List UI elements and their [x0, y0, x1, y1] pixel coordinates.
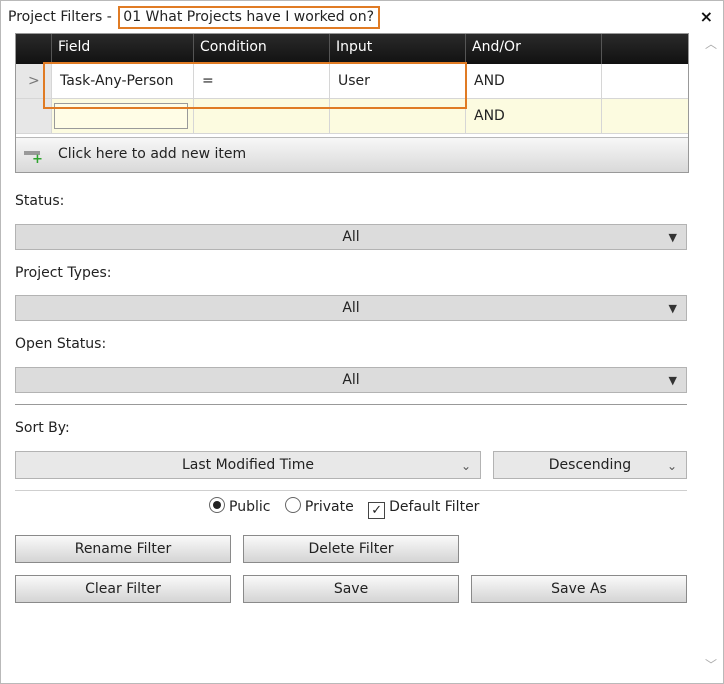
cell-empty [602, 99, 688, 133]
private-radio[interactable] [284, 497, 301, 513]
cell-input[interactable]: User [330, 64, 466, 98]
save-button[interactable]: Save [243, 575, 459, 603]
open-status-dropdown[interactable]: All ▼ [15, 367, 687, 393]
public-option[interactable]: Public [209, 497, 271, 515]
cell-andor[interactable]: AND [466, 64, 602, 98]
chevron-right-icon: > [16, 64, 52, 98]
column-header-field[interactable]: Field [52, 34, 194, 64]
cell-field[interactable]: Task-Any-Person [52, 64, 194, 98]
column-header-andor[interactable]: And/Or [466, 34, 602, 64]
add-row-icon: + [24, 149, 43, 167]
add-new-item-row[interactable]: + Click here to add new item [16, 137, 688, 172]
column-header-condition[interactable]: Condition [194, 34, 330, 64]
scroll-down-icon[interactable]: ﹀ [705, 656, 717, 673]
open-status-value: All [342, 372, 360, 388]
filter-grid: Field Condition Input And/Or > Task-Any-… [15, 33, 689, 173]
rename-filter-button[interactable]: Rename Filter [15, 535, 231, 563]
delete-filter-button[interactable]: Delete Filter [243, 535, 459, 563]
cell-empty [602, 64, 688, 98]
default-filter-label: Default Filter [389, 499, 480, 515]
cell-condition[interactable] [194, 99, 330, 133]
divider [15, 404, 687, 405]
open-status-label: Open Status: [15, 336, 107, 352]
cell-andor[interactable]: AND [466, 99, 602, 133]
caret-down-icon: ▼ [668, 231, 677, 244]
status-value: All [342, 229, 360, 245]
project-types-value: All [342, 300, 360, 316]
project-filters-window: Project Filters - 01 What Projects have … [0, 0, 724, 684]
status-label: Status: [15, 193, 65, 209]
divider [15, 490, 687, 491]
title-prefix: Project Filters - [8, 9, 117, 25]
private-label: Private [304, 499, 354, 515]
add-new-item-label: Click here to add new item [58, 146, 247, 162]
chevron-down-icon: ⌄ [666, 459, 677, 473]
sort-by-label: Sort By: [15, 420, 70, 436]
clear-filter-button[interactable]: Clear Filter [15, 575, 231, 603]
window-title: Project Filters - 01 What Projects have … [8, 6, 381, 29]
filter-name: 01 What Projects have I worked on? [118, 6, 381, 29]
table-row[interactable]: > Task-Any-Person = User AND [16, 64, 688, 99]
close-icon[interactable]: × [700, 7, 713, 26]
vertical-scrollbar[interactable]: ︿ ﹀ [703, 31, 721, 679]
project-types-label: Project Types: [15, 265, 112, 281]
sort-order-dropdown[interactable]: Descending ⌄ [493, 451, 687, 479]
column-header-empty [602, 34, 688, 64]
sort-field-value: Last Modified Time [181, 457, 315, 473]
public-label: Public [229, 499, 271, 515]
sort-field-dropdown[interactable]: Last Modified Time ⌄ [15, 451, 481, 479]
table-row[interactable]: AND [16, 99, 688, 134]
visibility-options: Public Private ✓ Default Filter [209, 497, 489, 519]
row-header [16, 99, 52, 133]
row-header-corner [16, 34, 52, 64]
cell-input[interactable] [330, 99, 466, 133]
sort-order-value: Descending [548, 457, 632, 473]
scroll-up-icon[interactable]: ︿ [705, 35, 717, 52]
field-editor[interactable] [54, 103, 188, 129]
grid-header: Field Condition Input And/Or [16, 34, 688, 64]
save-as-button[interactable]: Save As [471, 575, 687, 603]
private-option[interactable]: Private [284, 497, 354, 515]
public-radio[interactable] [209, 497, 225, 513]
caret-down-icon: ▼ [668, 302, 677, 315]
default-filter-checkbox[interactable]: ✓ [368, 502, 386, 519]
default-filter-option[interactable]: ✓ Default Filter [368, 499, 480, 519]
project-types-dropdown[interactable]: All ▼ [15, 295, 687, 321]
status-dropdown[interactable]: All ▼ [15, 224, 687, 250]
column-header-input[interactable]: Input [330, 34, 466, 64]
chevron-down-icon: ⌄ [460, 459, 471, 473]
caret-down-icon: ▼ [668, 374, 677, 387]
cell-condition[interactable]: = [194, 64, 330, 98]
